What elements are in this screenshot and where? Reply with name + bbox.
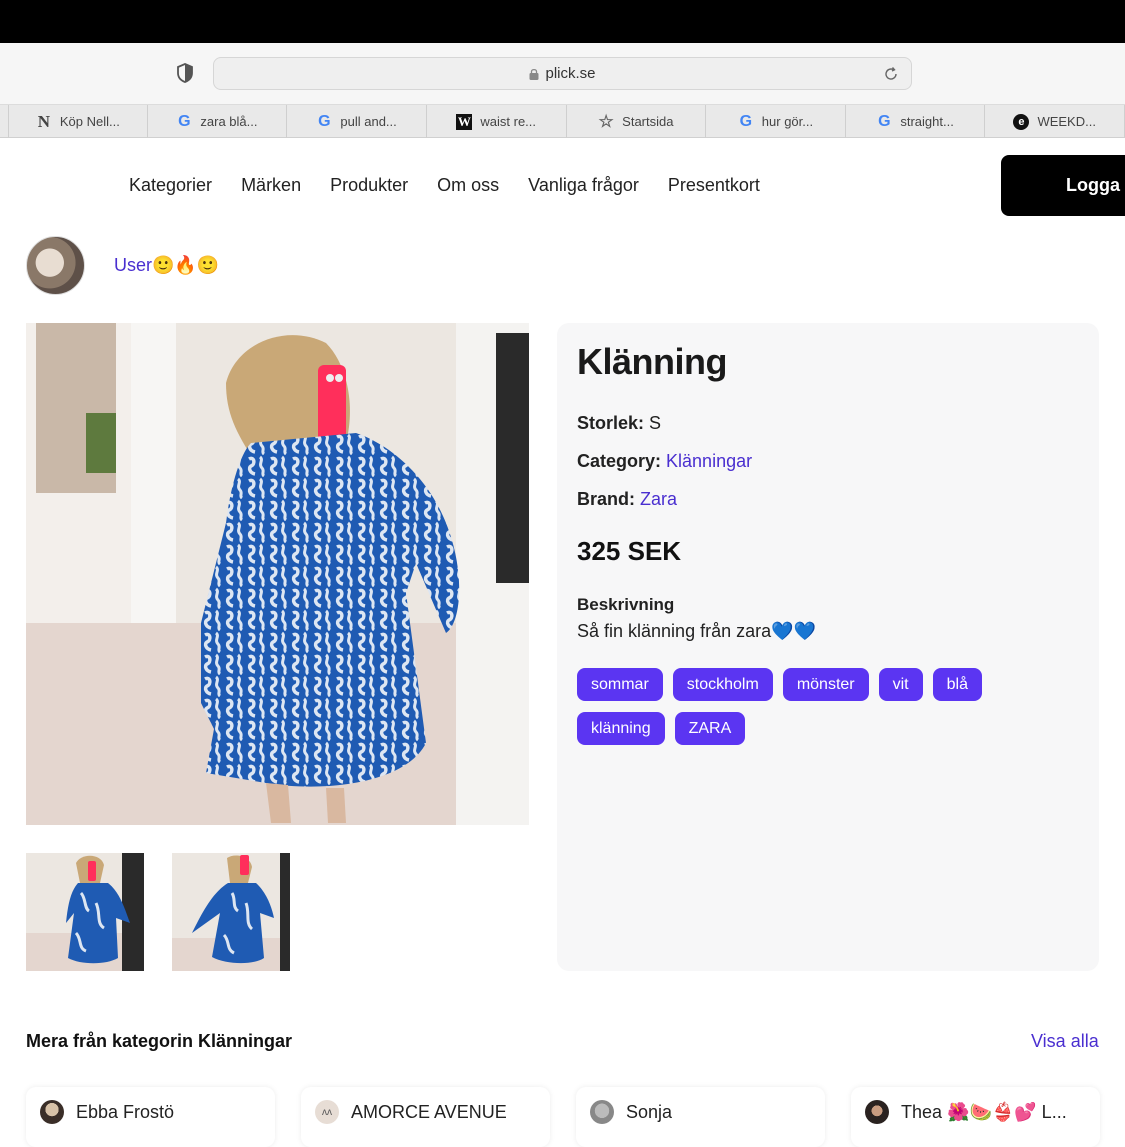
tag-bla[interactable]: blå: [932, 668, 982, 701]
bookmark-tab[interactable]: N Köp Nell...: [8, 105, 148, 138]
nav-link-produkter[interactable]: Produkter: [330, 175, 408, 196]
product-title: Klänning: [577, 341, 727, 382]
bookmark-tab[interactable]: G zara blå...: [148, 105, 288, 138]
bookmark-tab[interactable]: e WEEKD...: [985, 105, 1125, 138]
avatar: [40, 1100, 64, 1124]
tag-sommar[interactable]: sommar: [577, 668, 663, 701]
tag-vit[interactable]: vit: [878, 668, 923, 701]
tag-list: sommar stockholm mönster vit blå klännin…: [577, 668, 1017, 745]
size-label: Storlek:: [577, 413, 645, 433]
product-thumbnail-1[interactable]: [26, 853, 144, 971]
size-value: S: [649, 413, 662, 433]
nav-link-faq[interactable]: Vanliga frågor: [528, 175, 639, 196]
brand-link[interactable]: Zara: [640, 489, 677, 509]
bookmark-tab[interactable]: ☆ Startsida: [567, 105, 707, 138]
seller-card-name: Thea 🌺🍉👙💕 L...: [901, 1101, 1067, 1122]
tag-monster[interactable]: mönster: [782, 668, 869, 701]
product-price: 325 SEK: [577, 536, 682, 566]
category-label: Category:: [577, 451, 662, 471]
brand-label: Brand:: [577, 489, 635, 509]
avatar: ʌʌ: [315, 1100, 339, 1124]
category-link[interactable]: Klänningar: [666, 451, 752, 471]
dress-photo: [26, 323, 529, 825]
size-row: Storlek: S: [577, 413, 1079, 434]
w-logo-icon: W: [456, 113, 473, 130]
avatar: [865, 1100, 889, 1124]
nav-link-om-oss[interactable]: Om oss: [437, 175, 499, 196]
product-description: Så fin klänning från zara💙💙: [577, 621, 816, 641]
google-icon: G: [318, 112, 331, 130]
login-button[interactable]: Logga: [1001, 155, 1125, 216]
window-top-bar: [0, 0, 1125, 43]
site-nav: Kategorier Märken Produkter Om oss Vanli…: [0, 138, 1125, 228]
seller-card[interactable]: Thea 🌺🍉👙💕 L...: [851, 1087, 1100, 1147]
e-logo-icon: e: [1013, 113, 1030, 130]
product-thumbnail-2[interactable]: [172, 853, 290, 971]
seller-card[interactable]: Sonja: [576, 1087, 825, 1147]
seller-cards: Ebba Frostö ʌʌ AMORCE AVENUE Sonja Thea …: [26, 1087, 1100, 1147]
google-icon: G: [739, 112, 753, 130]
google-icon: G: [878, 112, 891, 130]
category-row: Category: Klänningar: [577, 451, 1079, 472]
nav-link-kategorier[interactable]: Kategorier: [129, 175, 212, 196]
brand-row: Brand: Zara: [577, 489, 1079, 510]
seller-card-name: Sonja: [626, 1101, 673, 1122]
avatar: [590, 1100, 614, 1124]
n-logo-icon: N: [37, 111, 50, 131]
nav-link-marken[interactable]: Märken: [241, 175, 301, 196]
bookmark-tab[interactable]: G pull and...: [287, 105, 427, 138]
product-main-image[interactable]: [26, 323, 529, 825]
lock-icon: [529, 68, 539, 80]
url-text: plick.se: [545, 65, 596, 82]
tag-klanning[interactable]: klänning: [577, 712, 665, 745]
tag-stockholm[interactable]: stockholm: [672, 668, 773, 701]
section-heading: Mera från kategorin Klänningar: [26, 1031, 293, 1051]
address-bar[interactable]: plick.se: [213, 57, 912, 90]
thumbnail-image: [172, 853, 290, 971]
bookmark-tab[interactable]: G straight...: [846, 105, 986, 138]
see-all-link[interactable]: Visa alla: [1031, 1031, 1099, 1052]
star-icon: ☆: [598, 111, 614, 131]
nav-link-presentkort[interactable]: Presentkort: [668, 175, 760, 196]
bookmark-tab[interactable]: G hur gör...: [706, 105, 846, 138]
browser-toolbar: plick.se: [0, 43, 1125, 105]
seller-name[interactable]: User🙂🔥🙂: [114, 255, 219, 276]
description-heading: Beskrivning: [577, 595, 675, 614]
seller-info[interactable]: User🙂🔥🙂: [26, 236, 219, 295]
seller-card[interactable]: ʌʌ AMORCE AVENUE: [301, 1087, 550, 1147]
bookmarks-bar: N Köp Nell... G zara blå... G pull and..…: [0, 105, 1125, 138]
product-details-panel: Klänning Storlek: S Category: Klänningar…: [557, 323, 1099, 971]
reload-icon[interactable]: [883, 66, 899, 82]
thumbnail-image: [26, 853, 144, 971]
seller-card[interactable]: Ebba Frostö: [26, 1087, 275, 1147]
seller-card-name: AMORCE AVENUE: [351, 1101, 507, 1122]
shield-icon[interactable]: [176, 63, 194, 83]
google-icon: G: [178, 112, 191, 130]
seller-card-name: Ebba Frostö: [76, 1101, 175, 1122]
bookmark-tab[interactable]: W waist re...: [427, 105, 567, 138]
avatar[interactable]: [26, 236, 85, 295]
tag-zara[interactable]: ZARA: [674, 712, 746, 745]
